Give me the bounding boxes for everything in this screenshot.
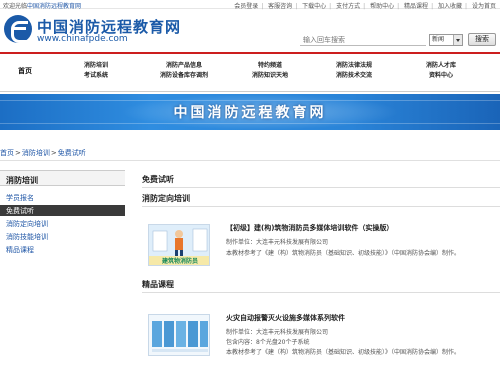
nav-group-law: 消防法律法规 消防技术交流 bbox=[336, 61, 372, 81]
site-logo[interactable]: 中国消防远程教育网 www.chinafpde.com bbox=[4, 14, 180, 46]
breadcrumb-current[interactable]: 免费试听 bbox=[58, 149, 86, 157]
top-link-homepage[interactable]: 设为首页 bbox=[472, 3, 496, 10]
top-link-help[interactable]: 帮助中心 bbox=[370, 3, 394, 10]
top-link-bookmark[interactable]: 加入收藏 bbox=[438, 3, 462, 10]
course-contents: 包含内容：8个光盘20个子系统 bbox=[226, 339, 310, 346]
search-category-select[interactable]: 新闻 bbox=[429, 34, 463, 46]
divider bbox=[0, 160, 500, 161]
sidebar-item-enroll[interactable]: 学员报名 bbox=[0, 192, 125, 203]
fire-e-logo-icon bbox=[4, 15, 32, 43]
top-link-download[interactable]: 下载中心 bbox=[302, 3, 326, 10]
nav-item-channel[interactable]: 特约频道 bbox=[252, 61, 288, 71]
sidebar: 消防培训 学员报名 免费试听 消防定向培训 消防技能培训 精品课程 bbox=[0, 170, 125, 262]
top-utility-bar: 欢迎光临中国消防远程教育网 会员登录 | 客服咨询 | 下载中心 | 支付方式 | 帮助… bbox=[0, 0, 500, 10]
course-item[interactable]: 火灾自动报警灭火设施多媒体系列软件 制作单位：大连丰元科技发展有限公司 包含内容… bbox=[142, 312, 500, 365]
logo-url: www.chinafpde.com bbox=[37, 34, 128, 44]
divider bbox=[142, 187, 500, 188]
search-button[interactable]: 搜索 bbox=[468, 33, 496, 46]
nav-item-knowledge[interactable]: 消防知识天地 bbox=[252, 71, 288, 81]
nav-item-training[interactable]: 消防培训 bbox=[84, 61, 108, 71]
welcome-site-link[interactable]: 中国消防远程教育网 bbox=[27, 3, 81, 10]
course-description: 本教材参考了《建（构）筑物消防员（基础知识、初级技能）》（中国消防协会编）制作。 bbox=[226, 250, 461, 257]
course-thumbnail-caption: 建筑物消防员 bbox=[161, 258, 198, 265]
top-link-consult[interactable]: 客服咨询 bbox=[268, 3, 292, 10]
top-link-payment[interactable]: 支付方式 bbox=[336, 3, 360, 10]
sidebar-item-free-trial[interactable]: 免费试听 bbox=[0, 205, 125, 216]
nav-item-exam[interactable]: 考试系统 bbox=[84, 71, 108, 81]
course-maker: 制作单位：大连丰元科技发展有限公司 bbox=[226, 329, 329, 336]
breadcrumb: 首页>消防培训>免费试听 bbox=[0, 149, 86, 157]
nav-item-law[interactable]: 消防法律法规 bbox=[336, 61, 372, 71]
search-input[interactable] bbox=[300, 35, 426, 46]
breadcrumb-training[interactable]: 消防培训 bbox=[22, 149, 50, 157]
nav-item-resources[interactable]: 资料中心 bbox=[426, 71, 456, 81]
welcome-prefix: 欢迎光临 bbox=[3, 3, 28, 10]
page-title: 免费试听 bbox=[142, 175, 174, 184]
chevron-down-icon bbox=[453, 35, 462, 45]
course-thumbnail[interactable]: 建筑物消防员 bbox=[148, 224, 210, 266]
course-title[interactable]: 【初级】建(构)筑物消防员多媒体培训软件（实操版） bbox=[226, 223, 393, 233]
nav-home[interactable]: 首页 bbox=[18, 66, 32, 76]
nav-item-inventory[interactable]: 消防设备库存调剂 bbox=[160, 71, 208, 81]
top-link-courses[interactable]: 精品课程 bbox=[404, 3, 428, 10]
sidebar-item-directed-training[interactable]: 消防定向培训 bbox=[0, 218, 125, 229]
nav-group-channel: 特约频道 消防知识天地 bbox=[252, 61, 288, 81]
divider bbox=[142, 292, 500, 293]
section-heading-directed: 消防定向培训 bbox=[142, 194, 190, 203]
divider bbox=[142, 206, 500, 207]
course-description: 本教材参考了《建（构）筑物消防员（基础知识、初级技能）》（中国消防协会编）制作。 bbox=[226, 349, 461, 356]
sidebar-item-skills-training[interactable]: 消防技能培训 bbox=[0, 231, 125, 242]
header-banner: 中国消防远程教育网 bbox=[0, 94, 500, 130]
nav-item-talent[interactable]: 消防人才库 bbox=[426, 61, 456, 71]
breadcrumb-home[interactable]: 首页 bbox=[0, 149, 14, 157]
nav-item-products[interactable]: 消防产品信息 bbox=[160, 61, 208, 71]
welcome-text: 欢迎光临中国消防远程教育网 bbox=[3, 1, 81, 10]
main-nav: 首页 消防培训 考试系统 消防产品信息 消防设备库存调剂 特约频道 消防知识天地… bbox=[0, 52, 500, 92]
top-links: 会员登录 | 客服咨询 | 下载中心 | 支付方式 | 帮助中心 | 精品课程 | 加入收藏… bbox=[234, 3, 496, 10]
nav-group-talent: 消防人才库 资料中心 bbox=[426, 61, 456, 81]
course-maker: 制作单位：大连丰元科技发展有限公司 bbox=[226, 239, 329, 246]
course-item[interactable]: 建筑物消防员 【初级】建(构)筑物消防员多媒体培训软件（实操版） 制作单位：大连… bbox=[142, 222, 500, 282]
sidebar-item-premium-courses[interactable]: 精品课程 bbox=[0, 244, 125, 255]
nav-group-training: 消防培训 考试系统 bbox=[84, 61, 108, 81]
nav-item-tech[interactable]: 消防技术交流 bbox=[336, 71, 372, 81]
banner-title: 中国消防远程教育网 bbox=[173, 105, 327, 121]
nav-group-products: 消防产品信息 消防设备库存调剂 bbox=[160, 61, 208, 81]
sidebar-title: 消防培训 bbox=[0, 170, 125, 186]
course-thumbnail[interactable] bbox=[148, 314, 210, 356]
section-heading-premium: 精品课程 bbox=[142, 280, 174, 289]
search-category-value: 新闻 bbox=[432, 36, 445, 43]
top-link-login[interactable]: 会员登录 bbox=[234, 3, 258, 10]
course-title[interactable]: 火灾自动报警灭火设施多媒体系列软件 bbox=[226, 313, 345, 323]
